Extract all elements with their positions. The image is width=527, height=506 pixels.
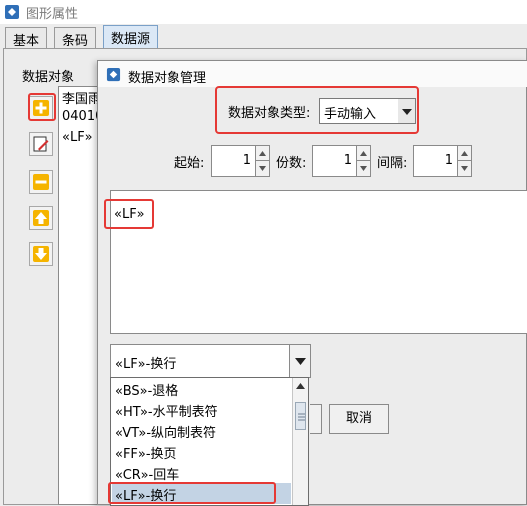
window-titlebar: 图形属性 [0, 0, 527, 24]
control-char-select-arrow[interactable] [289, 344, 311, 378]
tab-datasource[interactable]: 数据源 [103, 25, 159, 49]
dialog-app-icon [106, 67, 121, 82]
scroll-thumb[interactable] [295, 402, 306, 430]
scroll-up-icon[interactable] [293, 379, 308, 393]
list-item[interactable]: «LF» [62, 130, 93, 145]
dropdown-scrollbar[interactable] [292, 378, 308, 505]
data-objects-label: 数据对象 [22, 70, 75, 85]
edit-icon [33, 136, 49, 152]
start-field[interactable]: 1 [211, 145, 256, 177]
window-title: 图形属性 [26, 7, 79, 22]
move-up-button[interactable] [29, 206, 53, 230]
move-down-icon [33, 246, 49, 262]
chevron-down-icon [295, 358, 306, 365]
control-char-value: «LF»-换行 [115, 357, 177, 372]
copies-label: 份数: [276, 156, 307, 171]
cancel-button[interactable]: 取消 [329, 404, 389, 434]
control-char-select[interactable]: «LF»-换行 [110, 344, 293, 378]
start-spinner[interactable] [256, 145, 270, 177]
interval-label: 间隔: [377, 156, 408, 171]
dropdown-option[interactable]: «FF»-换页 [112, 441, 291, 462]
dropdown-option[interactable]: «BS»-退格 [112, 378, 291, 399]
interval-spinner[interactable] [458, 145, 472, 177]
move-up-icon [33, 210, 49, 226]
dropdown-option[interactable]: «HT»-水平制表符 [112, 399, 291, 420]
app-icon [5, 5, 19, 19]
ok-button[interactable] [310, 404, 322, 434]
interval-value: 1 [444, 153, 453, 168]
start-value: 1 [242, 153, 251, 168]
highlight-box [108, 482, 276, 504]
copies-spinner[interactable] [357, 145, 371, 177]
tab-barcode[interactable]: 条码 [54, 27, 97, 49]
data-objects-list[interactable]: 李国雨 04010 «LF» [58, 86, 103, 505]
dropdown-option[interactable]: «CR»-回车 [112, 462, 291, 483]
highlight-box [28, 93, 56, 121]
highlight-box [104, 199, 154, 229]
content-textarea[interactable]: «LF» [110, 190, 527, 334]
spin-down-icon[interactable] [458, 161, 471, 176]
list-item[interactable]: 李国雨 [62, 88, 101, 107]
tab-basic[interactable]: 基本 [5, 27, 48, 49]
copies-field[interactable]: 1 [312, 145, 357, 177]
edit-button[interactable] [29, 132, 53, 156]
interval-field[interactable]: 1 [413, 145, 458, 177]
start-label: 起始: [174, 156, 205, 171]
spin-down-icon[interactable] [256, 161, 269, 176]
remove-button[interactable] [29, 170, 53, 194]
spin-down-icon[interactable] [357, 161, 370, 176]
dropdown-option[interactable]: «VT»-纵向制表符 [112, 420, 291, 441]
highlight-box [215, 86, 419, 134]
dialog-titlebar: 数据对象管理 [98, 61, 527, 87]
copies-value: 1 [343, 153, 352, 168]
move-down-button[interactable] [29, 242, 53, 266]
data-object-dialog: 数据对象管理 数据对象类型: 手动输入 起始: 1 份数: 1 间隔: 1 «L… [97, 60, 527, 506]
spin-up-icon[interactable] [256, 146, 269, 161]
dialog-title: 数据对象管理 [128, 71, 207, 86]
spin-up-icon[interactable] [458, 146, 471, 161]
remove-icon [33, 174, 49, 190]
spin-up-icon[interactable] [357, 146, 370, 161]
